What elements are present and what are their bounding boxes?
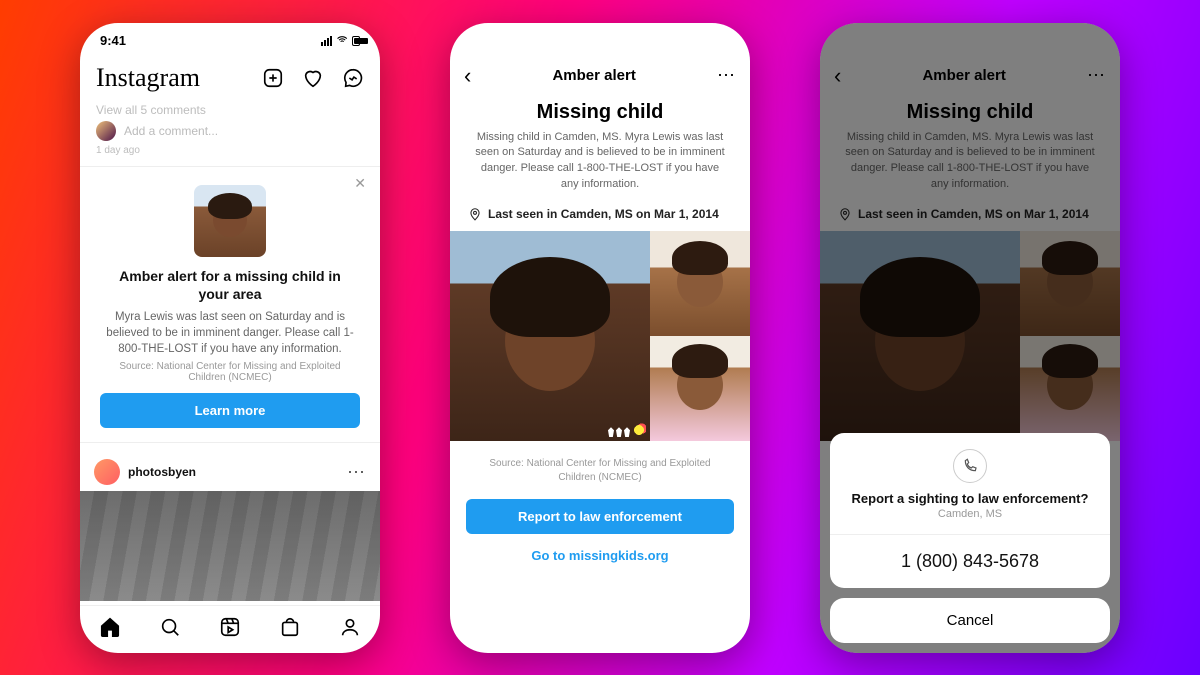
tab-shop-icon[interactable] bbox=[279, 616, 301, 643]
alert-body: Myra Lewis was last seen on Saturday and… bbox=[100, 309, 360, 357]
messenger-icon[interactable] bbox=[342, 67, 364, 89]
cellular-icon bbox=[321, 36, 332, 46]
child-photo-main[interactable] bbox=[450, 231, 650, 441]
ncmec-logo-icon bbox=[608, 423, 646, 437]
action-sheet: Report a sighting to law enforcement? Ca… bbox=[830, 433, 1110, 643]
back-icon[interactable]: ‹ bbox=[464, 65, 471, 87]
call-number-button[interactable]: 1 (800) 843-5678 bbox=[830, 535, 1110, 588]
sheet-location: Camden, MS bbox=[840, 508, 1100, 520]
activity-heart-icon[interactable] bbox=[302, 67, 324, 89]
detail-header: ‹ Amber alert ⋯ bbox=[450, 59, 750, 95]
tab-search-icon[interactable] bbox=[159, 616, 181, 643]
report-button[interactable]: Report to law enforcement bbox=[466, 499, 734, 534]
status-bar: 9:41 bbox=[80, 23, 380, 59]
status-time: 9:41 bbox=[100, 33, 126, 48]
child-photo-2[interactable] bbox=[650, 231, 750, 336]
post-username[interactable]: photosbyen bbox=[128, 465, 339, 479]
child-photo-3[interactable] bbox=[650, 336, 750, 441]
add-comment-row[interactable]: Add a comment... bbox=[80, 119, 380, 145]
alert-child-photo bbox=[194, 185, 266, 257]
alert-source: Source: National Center for Missing and … bbox=[100, 361, 360, 383]
battery-icon bbox=[352, 36, 360, 46]
missing-child-title: Missing child bbox=[450, 101, 750, 124]
missing-child-description: Missing child in Camden, MS. Myra Lewis … bbox=[450, 130, 750, 194]
detail-header-title: Amber alert bbox=[552, 67, 635, 84]
user-avatar bbox=[96, 121, 116, 141]
phone-icon bbox=[953, 449, 987, 483]
tab-reels-icon[interactable] bbox=[219, 616, 241, 643]
instagram-logo: Instagram bbox=[96, 63, 200, 93]
phone-action-sheet: . ‹ Amber alert ⋯ Missing child Missing … bbox=[820, 23, 1120, 653]
post-timestamp: 1 day ago bbox=[80, 145, 380, 162]
tab-profile-icon[interactable] bbox=[339, 616, 361, 643]
post-image[interactable] bbox=[80, 491, 380, 601]
status-indicators bbox=[321, 34, 360, 46]
post-avatar[interactable] bbox=[94, 459, 120, 485]
new-post-icon[interactable] bbox=[262, 67, 284, 89]
alert-title: Amber alert for a missing child in your … bbox=[100, 267, 360, 303]
post-more-icon[interactable]: ⋯ bbox=[347, 462, 366, 483]
cancel-button[interactable]: Cancel bbox=[830, 598, 1110, 643]
feed-header: Instagram bbox=[80, 59, 380, 101]
missingkids-link[interactable]: Go to missingkids.org bbox=[466, 534, 734, 563]
learn-more-button[interactable]: Learn more bbox=[100, 393, 360, 428]
add-comment-placeholder: Add a comment... bbox=[124, 124, 218, 138]
amber-alert-card: ✕ Amber alert for a missing child in you… bbox=[80, 166, 380, 444]
close-icon[interactable]: ✕ bbox=[354, 175, 366, 192]
tab-home-icon[interactable] bbox=[99, 616, 121, 643]
feed-body: View all 5 comments Add a comment... 1 d… bbox=[80, 101, 380, 605]
phone-feed: 9:41 Instagram View all 5 comments Add a… bbox=[80, 23, 380, 653]
view-all-comments[interactable]: View all 5 comments bbox=[80, 101, 380, 119]
phone-detail: . ‹ Amber alert ⋯ Missing child Missing … bbox=[450, 23, 750, 653]
photo-grid bbox=[450, 231, 750, 441]
post-header: photosbyen ⋯ bbox=[80, 453, 380, 491]
action-sheet-card: Report a sighting to law enforcement? Ca… bbox=[830, 433, 1110, 588]
tab-bar bbox=[80, 605, 380, 653]
more-icon[interactable]: ⋯ bbox=[717, 65, 736, 86]
last-seen-row: Last seen in Camden, MS on Mar 1, 2014 bbox=[450, 193, 750, 231]
last-seen-text: Last seen in Camden, MS on Mar 1, 2014 bbox=[488, 207, 719, 221]
sheet-question: Report a sighting to law enforcement? bbox=[840, 491, 1100, 506]
detail-body: Missing child Missing child in Camden, M… bbox=[450, 95, 750, 653]
source-attribution: Source: National Center for Missing and … bbox=[450, 441, 750, 485]
wifi-icon bbox=[336, 34, 348, 46]
location-pin-icon bbox=[468, 207, 482, 221]
